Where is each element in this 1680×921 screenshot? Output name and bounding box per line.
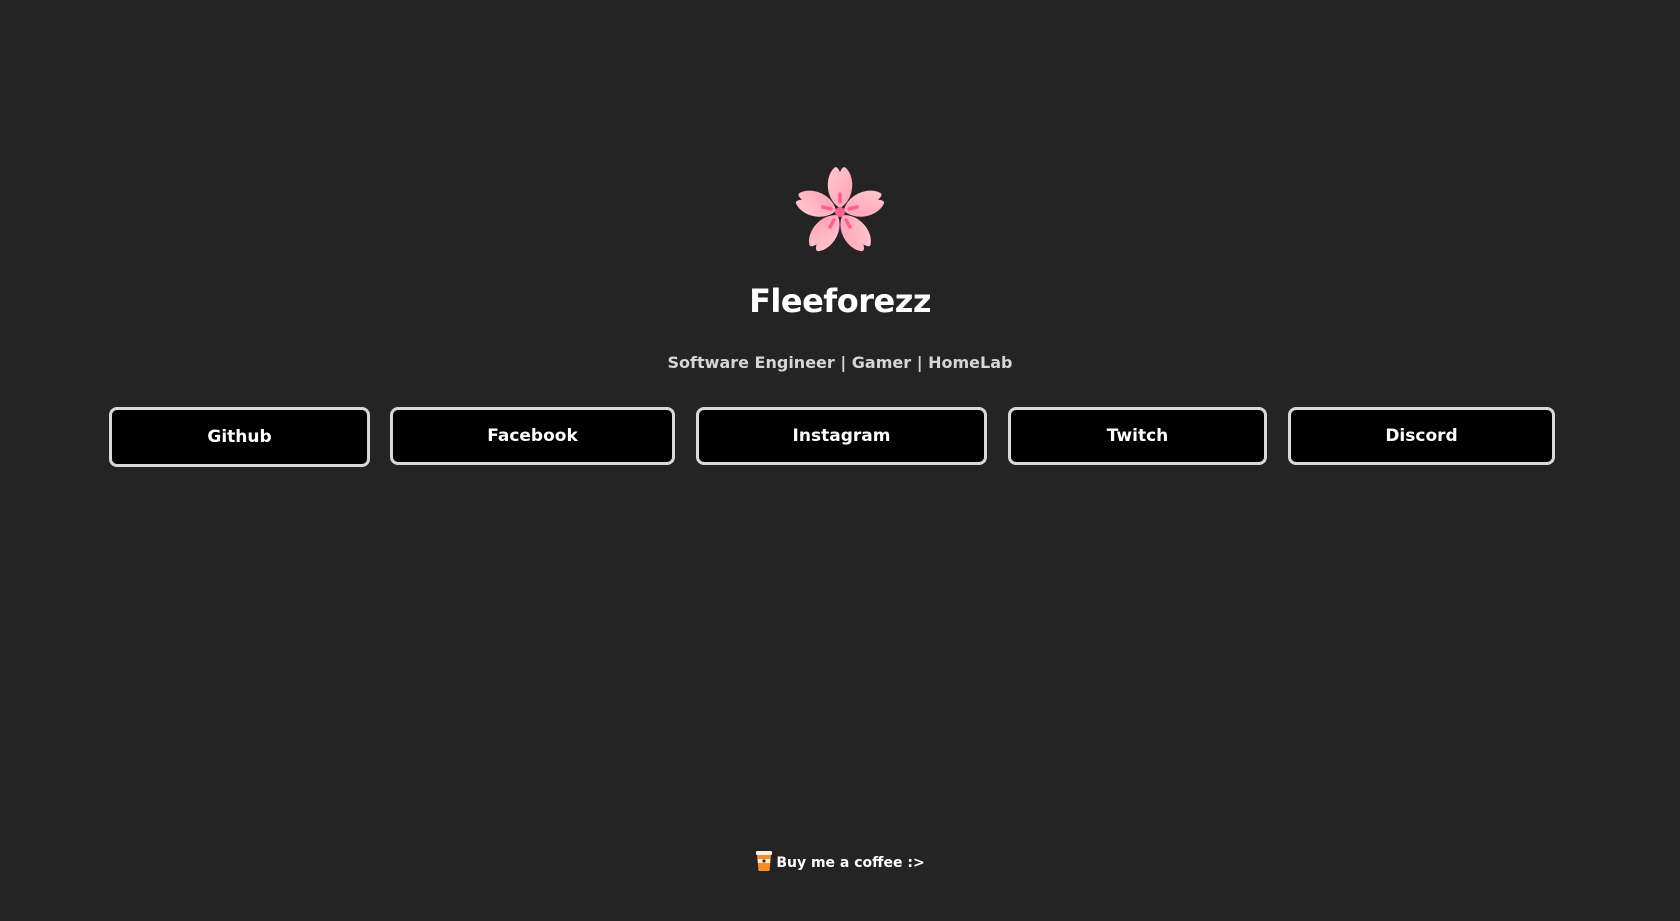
discord-link-button[interactable]: Discord: [1288, 407, 1555, 465]
instagram-link-button[interactable]: Instagram: [696, 407, 987, 465]
facebook-link-button[interactable]: Facebook: [390, 407, 675, 465]
cherry-blossom-icon: [793, 167, 887, 256]
profile-page: Fleeforezz Software Engineer | Gamer | H…: [0, 0, 1680, 921]
social-links: Github Facebook Instagram Twitch Discord: [0, 407, 1680, 467]
profile-tagline: Software Engineer | Gamer | HomeLab: [667, 353, 1013, 372]
twitch-link-button[interactable]: Twitch: [1008, 407, 1267, 465]
coffee-cup-icon: [756, 851, 773, 871]
github-link-button[interactable]: Github: [109, 407, 370, 467]
profile-name: Fleeforezz: [749, 282, 931, 320]
buy-me-a-coffee-link[interactable]: Buy me a coffee :>: [0, 851, 1680, 874]
coffee-label: Buy me a coffee :>: [776, 855, 925, 871]
